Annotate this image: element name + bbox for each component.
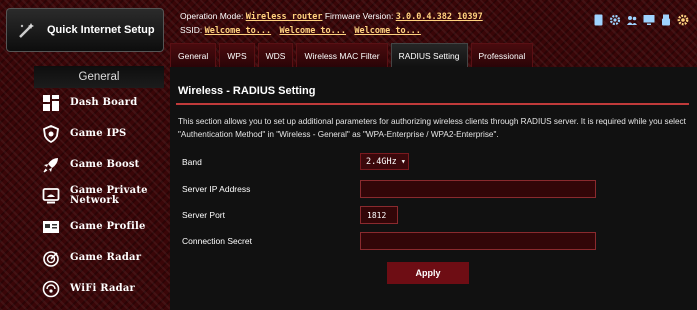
status-bar: Operation Mode: Wireless router Firmware… xyxy=(180,10,483,38)
operation-mode-label: Operation Mode: xyxy=(180,11,244,21)
sidebar-item-game-profile[interactable]: Game Profile xyxy=(34,212,164,241)
apply-button[interactable]: Apply xyxy=(387,262,469,284)
router-admin-page: Quick Internet Setup General Dash Board … xyxy=(0,0,697,310)
sidebar-item-label: Game Profile xyxy=(70,220,146,232)
sidebar-item-label: Game Radar xyxy=(70,251,142,263)
settings-gear-icon[interactable] xyxy=(609,14,621,26)
chevron-down-icon: ▾ xyxy=(400,156,406,167)
tab-wps[interactable]: WPS xyxy=(219,43,255,67)
connection-secret-label: Connection Secret xyxy=(182,236,252,246)
sidebar-item-game-ips[interactable]: Game IPS xyxy=(34,119,164,148)
ssid-link[interactable]: Welcome to... xyxy=(354,26,421,36)
tab-professional[interactable]: Professional xyxy=(470,43,534,67)
band-select[interactable]: 2.4GHz ▾ xyxy=(360,153,409,170)
profile-icon xyxy=(42,218,60,236)
monitor-icon[interactable] xyxy=(643,14,655,26)
tab-general[interactable]: General xyxy=(170,43,217,67)
page-title: Wireless - RADIUS Setting xyxy=(178,85,316,97)
section-description: This section allows you to set up additi… xyxy=(178,117,686,139)
server-port-input[interactable] xyxy=(360,206,398,224)
ssid-label: SSID: xyxy=(180,25,203,35)
ssid-link[interactable]: Welcome to... xyxy=(279,26,346,36)
server-ip-input[interactable] xyxy=(360,180,596,198)
content-panel: Wireless - RADIUS Setting This section a… xyxy=(170,67,697,310)
band-select-value: 2.4GHz xyxy=(366,156,397,167)
tab-bar: General WPS WDS Wireless MAC Filter RADI… xyxy=(170,43,534,67)
sidebar-item-wifi-radar[interactable]: WiFi Radar xyxy=(34,274,164,303)
sidebar-item-game-boost[interactable]: Game Boost xyxy=(34,150,164,179)
sidebar-menu: Dash Board Game IPS Game Boost Game Priv… xyxy=(34,88,164,305)
mobile-icon[interactable] xyxy=(592,14,604,26)
brand-label: Quick Internet Setup xyxy=(47,24,155,36)
monitor-icon xyxy=(42,187,60,205)
sidebar-item-dash-board[interactable]: Dash Board xyxy=(34,88,164,117)
gear-icon[interactable] xyxy=(677,14,689,26)
title-divider xyxy=(176,103,689,105)
firmware-label: Firmware Version: xyxy=(324,11,394,21)
tab-radius-setting[interactable]: RADIUS Setting xyxy=(390,43,468,67)
band-label: Band xyxy=(182,157,202,167)
sidebar-item-label: Game Private Network xyxy=(70,184,148,206)
sidebar-item-game-private-network[interactable]: Game Private Network xyxy=(34,181,164,210)
connection-secret-input[interactable] xyxy=(360,232,596,250)
sidebar-item-game-radar[interactable]: Game Radar xyxy=(34,243,164,272)
wand-icon xyxy=(17,20,37,40)
sidebar-item-label: Game IPS xyxy=(70,127,127,139)
quick-internet-setup-button[interactable]: Quick Internet Setup xyxy=(6,8,164,52)
sidebar-item-label: Game Boost xyxy=(70,158,140,170)
sidebar-item-label: Dash Board xyxy=(70,96,138,108)
firmware-version-link[interactable]: 3.0.0.4.382_10397 xyxy=(396,12,483,22)
operation-mode-link[interactable]: Wireless router xyxy=(246,12,323,22)
tab-wireless-mac-filter[interactable]: Wireless MAC Filter xyxy=(296,43,388,67)
users-icon[interactable] xyxy=(626,14,638,26)
sidebar-item-label: WiFi Radar xyxy=(70,282,135,294)
dashboard-icon xyxy=(42,94,60,112)
wifi-radar-icon xyxy=(42,280,60,298)
rocket-icon xyxy=(42,156,60,174)
radar-icon xyxy=(42,249,60,267)
sidebar-section-general: General xyxy=(34,66,164,88)
tab-wds[interactable]: WDS xyxy=(257,43,294,67)
server-port-label: Server Port xyxy=(182,210,225,220)
ssid-link[interactable]: Welcome to... xyxy=(205,26,272,36)
status-icons xyxy=(592,14,689,26)
server-ip-label: Server IP Address xyxy=(182,184,251,194)
shield-icon xyxy=(42,124,60,143)
usb-icon[interactable] xyxy=(660,14,672,26)
